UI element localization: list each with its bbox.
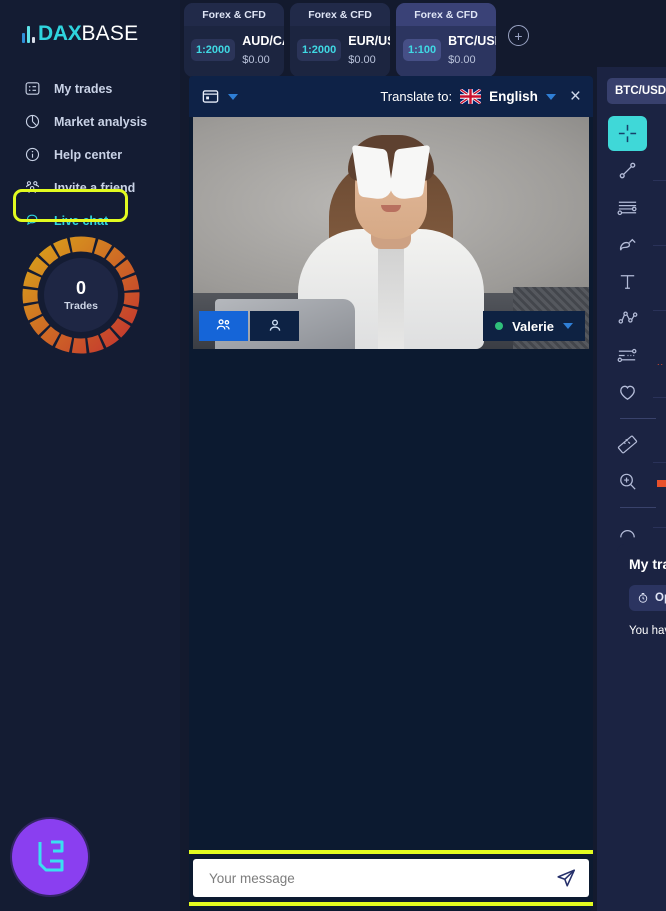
translate-language-value[interactable]: English	[489, 89, 538, 104]
tab-amount-label: $0.00	[348, 54, 376, 66]
brush-tool[interactable]	[608, 227, 647, 262]
forecast-tool[interactable]	[608, 338, 647, 373]
instrument-tab-aud-cad[interactable]: Forex & CFD 1:2000 AUD/CAD $0.00	[184, 3, 284, 77]
list-card-icon	[24, 80, 41, 97]
instrument-tabs: Forex & CFD 1:2000 AUD/CAD $0.00 Forex &…	[180, 0, 666, 77]
tab-amount-label: $0.00	[448, 54, 476, 66]
trading-app: DAX BASE My trades Market analysis Help …	[0, 0, 666, 911]
sidebar-item-label: Live chat	[54, 213, 109, 228]
video-call-stage: Valerie	[193, 117, 589, 349]
sidebar-item-invite-a-friend[interactable]: Invite a friend	[0, 171, 180, 204]
measure-tool[interactable]	[608, 427, 647, 462]
chat-messages-area	[189, 353, 593, 845]
donut-center: 0 Trades	[44, 258, 118, 332]
tab-leverage-badge: 1:2000	[191, 39, 236, 61]
chat-header: Translate to: English ×	[189, 76, 593, 117]
horizontal-lines-tool[interactable]	[608, 190, 647, 225]
language-chevron-down-icon[interactable]	[545, 93, 556, 100]
tab-amount-label: $0.00	[242, 54, 270, 66]
close-icon[interactable]: ×	[570, 87, 581, 106]
tab-pair-label: EUR/USD	[348, 34, 390, 48]
toolbar-divider	[620, 418, 656, 419]
video-view-toggle	[199, 311, 299, 341]
chart-price-dots: ..	[656, 357, 664, 367]
text-tool[interactable]	[608, 264, 647, 299]
app-logo[interactable]: DAX BASE	[0, 0, 180, 46]
send-paper-plane-icon[interactable]	[555, 867, 577, 889]
instrument-tabs-bar: Forex & CFD 1:2000 AUD/CAD $0.00 Forex &…	[180, 0, 666, 77]
trades-donut-gauge: 0 Trades	[22, 236, 140, 354]
online-status-dot	[495, 322, 504, 330]
chat-bubble-icon	[24, 212, 41, 229]
message-input[interactable]	[209, 870, 555, 886]
sidebar-item-label: My trades	[54, 81, 113, 96]
sidebar-item-my-trades[interactable]: My trades	[0, 72, 180, 105]
favorite-tool[interactable]	[608, 375, 647, 410]
tab-pair-label: AUD/CAD	[242, 34, 284, 48]
sidebar-nav: My trades Market analysis Help center In…	[0, 72, 180, 237]
clock-icon	[637, 592, 649, 604]
logo-text-base: BASE	[81, 22, 139, 45]
tab-leverage-badge: 1:2000	[297, 39, 342, 61]
chart-symbol-chip[interactable]: BTC/USDT	[607, 78, 666, 104]
logo-text-dax: DAX	[38, 22, 82, 45]
toolbar-divider-2	[620, 507, 656, 508]
instrument-tab-eur-usd[interactable]: Forex & CFD 1:2000 EUR/USD $0.00	[290, 3, 390, 77]
trend-line-tool[interactable]	[608, 153, 647, 188]
crosshair-tool[interactable]	[608, 116, 647, 151]
logo-mark-icon	[22, 25, 35, 43]
sidebar-item-market-analysis[interactable]: Market analysis	[0, 105, 180, 138]
message-input-wrapper[interactable]	[193, 859, 589, 897]
pie-chart-icon	[24, 113, 41, 130]
fibonacci-tool[interactable]	[608, 301, 647, 336]
sidebar-item-label: Market analysis	[54, 114, 148, 129]
tab-pair-label: BTC/USDT	[448, 34, 496, 48]
sidebar-item-label: Invite a friend	[54, 180, 136, 195]
translate-label: Translate to:	[380, 89, 453, 104]
single-view-button[interactable]	[250, 311, 299, 341]
group-view-button[interactable]	[199, 311, 248, 341]
live-chat-panel: Translate to: English × Valerie Your mes…	[189, 76, 593, 911]
participant-selector[interactable]: Valerie	[483, 311, 585, 341]
tab-kind-label: Forex & CFD	[290, 3, 390, 26]
chart-price-marker	[657, 480, 666, 487]
participant-chevron-down-icon[interactable]	[563, 323, 573, 329]
info-circle-icon	[24, 146, 41, 163]
participant-name: Valerie	[512, 318, 554, 334]
sidebar: DAX BASE My trades Market analysis Help …	[0, 0, 180, 911]
plus-icon: +	[514, 27, 523, 44]
my-trades-title: My trades	[629, 556, 666, 572]
add-instrument-button[interactable]: +	[508, 25, 529, 46]
instrument-tab-btc-usdt[interactable]: Forex & CFD 1:100 BTC/USDT $0.00	[396, 3, 496, 77]
support-fab-button[interactable]	[12, 819, 88, 895]
my-trades-tab-open[interactable]: Open	[629, 585, 666, 611]
sidebar-item-label: Help center	[54, 147, 123, 162]
window-card-icon[interactable]	[201, 87, 220, 106]
tab-kind-label: Forex & CFD	[396, 3, 496, 26]
my-trades-panel: My trades Open You have	[617, 544, 666, 911]
people-group-icon	[24, 179, 41, 196]
trades-count: 0	[75, 277, 86, 298]
zoom-tool[interactable]	[608, 464, 647, 499]
uk-flag-icon	[460, 89, 482, 104]
sidebar-item-help-center[interactable]: Help center	[0, 138, 180, 171]
chat-composer	[189, 845, 593, 911]
my-trades-empty-text: You have	[629, 625, 666, 637]
my-trades-tab-label: Open	[655, 592, 666, 604]
trades-label: Trades	[64, 299, 98, 312]
tab-leverage-badge: 1:100	[403, 39, 442, 61]
sidebar-item-live-chat[interactable]: Live chat	[0, 204, 180, 237]
window-mode-chevron-down-icon[interactable]	[228, 93, 238, 100]
tab-kind-label: Forex & CFD	[184, 3, 284, 26]
